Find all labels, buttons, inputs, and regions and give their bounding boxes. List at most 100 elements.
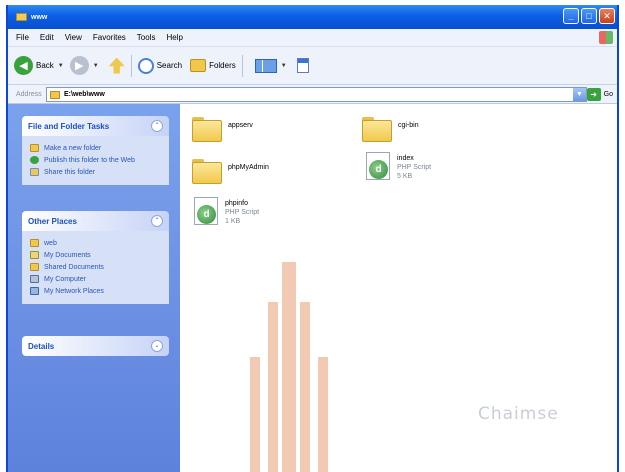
collapse-icon[interactable]: ⌃: [151, 215, 163, 227]
place-my-network-places[interactable]: My Network Places: [30, 287, 163, 296]
close-button[interactable]: ✕: [599, 8, 615, 24]
folder-options-icon[interactable]: [296, 58, 309, 73]
item-name: phpinfo: [225, 200, 248, 207]
address-bar: Address E:\web\www ▼ ➜ Go: [8, 85, 617, 104]
chevron-down-icon[interactable]: ▼: [58, 63, 64, 69]
item-name: cgi-bin: [398, 122, 419, 129]
menu-edit[interactable]: Edit: [40, 33, 54, 42]
new-folder-icon: [30, 144, 39, 152]
folder-cgi-bin[interactable]: cgi-bin: [362, 114, 419, 142]
toolbar: ◀ Back ▼ ▶ ▼ Search Folders ▼: [8, 47, 617, 85]
chevron-down-icon[interactable]: ▼: [281, 63, 287, 69]
collapse-icon[interactable]: ⌃: [151, 120, 163, 132]
menu-view[interactable]: View: [65, 33, 82, 42]
window-controls: _ □ ✕: [563, 8, 615, 24]
menu-tools[interactable]: Tools: [137, 33, 156, 42]
chevron-down-icon[interactable]: ▼: [573, 88, 586, 101]
back-button[interactable]: ◀ Back ▼: [8, 56, 64, 75]
task-label: Share this folder: [44, 169, 95, 176]
task-label: Publish this folder to the Web: [44, 157, 135, 164]
forward-button[interactable]: ▶: [69, 56, 89, 75]
go-label: Go: [603, 91, 613, 98]
panel-title: Details: [28, 341, 55, 351]
item-name: index: [397, 155, 414, 162]
minimize-button[interactable]: _: [563, 8, 579, 24]
toolbar-separator: [130, 54, 132, 77]
task-publish-folder[interactable]: Publish this folder to the Web: [30, 156, 163, 165]
panel-body: web My Documents Shared Documents My Com…: [22, 231, 169, 304]
item-type: PHP Script: [225, 209, 260, 216]
menu-favorites[interactable]: Favorites: [93, 33, 126, 42]
globe-icon: [30, 156, 39, 164]
windows-logo-icon: [599, 31, 613, 44]
place-shared-documents[interactable]: Shared Documents: [30, 263, 163, 272]
address-label: Address: [16, 90, 42, 98]
watermark-text: Chaimse: [478, 404, 559, 424]
item-size: 1 KB: [225, 218, 241, 225]
item-name: appserv: [228, 122, 253, 129]
folder-phpmyadmin[interactable]: phpMyAdmin: [192, 156, 269, 184]
shared-documents-icon: [30, 263, 39, 271]
folder-appserv[interactable]: appserv: [192, 114, 253, 142]
menu-file[interactable]: File: [16, 33, 29, 42]
window-title: www: [31, 13, 48, 21]
title-bar[interactable]: www _ □ ✕: [8, 5, 617, 29]
panel-body: Make a new folder Publish this folder to…: [22, 136, 169, 185]
place-label: My Computer: [44, 276, 87, 283]
place-label: My Documents: [44, 252, 91, 259]
panel-header[interactable]: Details ⌄: [22, 336, 169, 356]
views-button[interactable]: [254, 58, 277, 73]
place-label: My Network Places: [44, 288, 104, 295]
file-info: phpinfo PHP Script 1 KB: [225, 199, 259, 226]
file-phpinfo[interactable]: d phpinfo PHP Script 1 KB: [194, 197, 259, 226]
address-input[interactable]: E:\web\www ▼: [46, 87, 587, 102]
address-path: E:\web\www: [64, 91, 105, 98]
file-index[interactable]: d index PHP Script 5 KB: [366, 152, 431, 181]
item-size: 5 KB: [397, 173, 413, 180]
folder-icon: [192, 114, 222, 142]
place-my-documents[interactable]: My Documents: [30, 251, 163, 260]
go-button[interactable]: ➜ Go: [586, 88, 613, 101]
folder-icon: [30, 239, 39, 247]
place-label: web: [44, 240, 57, 247]
task-label: Make a new folder: [44, 145, 102, 152]
folders-button[interactable]: Folders: [182, 59, 236, 72]
folder-icon: [50, 90, 60, 99]
maximize-button[interactable]: □: [581, 8, 597, 24]
task-pane: File and Folder Tasks ⌃ Make a new folde…: [8, 104, 180, 472]
item-name: phpMyAdmin: [228, 164, 269, 171]
other-places-panel: Other Places ⌃ web My Documents Shared D…: [22, 211, 169, 304]
php-file-icon: d: [194, 197, 218, 225]
place-my-computer[interactable]: My Computer: [30, 275, 163, 284]
folder-icon: [16, 13, 27, 21]
my-documents-icon: [30, 251, 39, 259]
menu-bar: File Edit View Favorites Tools Help: [8, 29, 617, 47]
menu-help[interactable]: Help: [166, 33, 182, 42]
file-folder-tasks-panel: File and Folder Tasks ⌃ Make a new folde…: [22, 116, 169, 185]
item-type: PHP Script: [397, 164, 432, 171]
expand-icon[interactable]: ⌄: [151, 340, 163, 352]
folder-icon: [192, 156, 222, 184]
search-button[interactable]: Search: [137, 57, 182, 74]
back-label: Back: [36, 61, 54, 70]
file-info: index PHP Script 5 KB: [397, 154, 431, 181]
folder-icon: [362, 114, 392, 142]
panel-title: Other Places: [28, 216, 77, 226]
php-file-icon: d: [366, 152, 390, 180]
chevron-down-icon[interactable]: ▼: [93, 63, 99, 69]
toolbar-separator: [241, 54, 243, 77]
up-folder-button[interactable]: [108, 57, 125, 74]
place-label: Shared Documents: [44, 264, 104, 271]
panel-header[interactable]: File and Folder Tasks ⌃: [22, 116, 169, 136]
details-panel: Details ⌄: [22, 336, 169, 356]
task-make-new-folder[interactable]: Make a new folder: [30, 144, 163, 153]
search-icon: [137, 57, 154, 74]
share-folder-icon: [30, 168, 39, 176]
folders-label: Folders: [209, 61, 236, 70]
go-arrow-icon: ➜: [586, 88, 601, 101]
place-web[interactable]: web: [30, 239, 163, 248]
back-arrow-icon: ◀: [14, 56, 33, 75]
panel-title: File and Folder Tasks: [28, 121, 110, 131]
task-share-folder[interactable]: Share this folder: [30, 168, 163, 177]
panel-header[interactable]: Other Places ⌃: [22, 211, 169, 231]
